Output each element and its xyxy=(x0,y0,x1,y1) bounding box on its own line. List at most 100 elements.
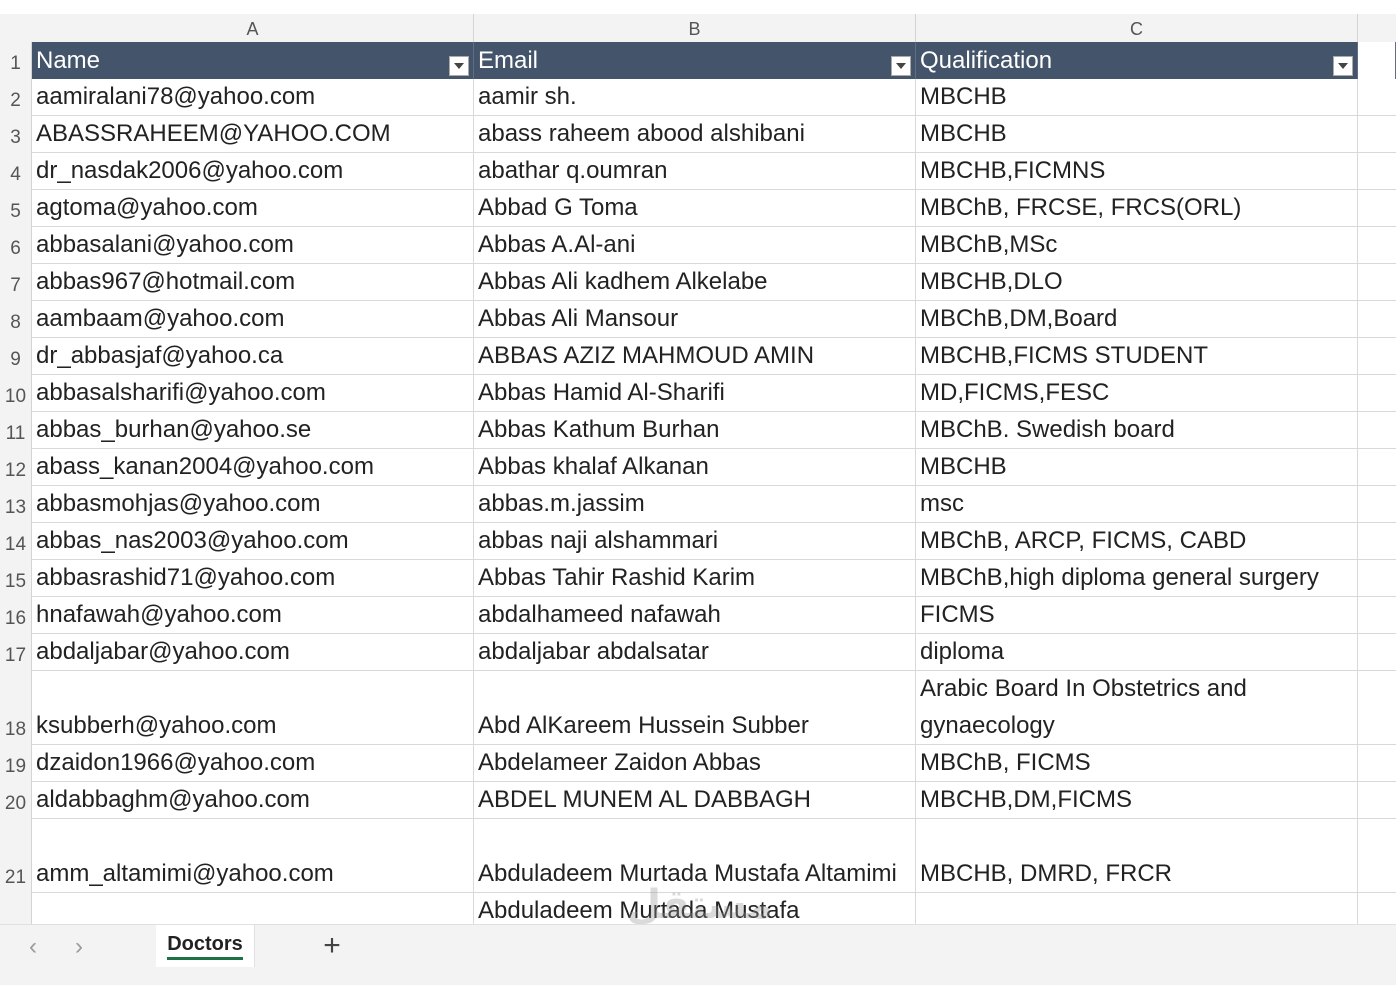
row-header[interactable] xyxy=(0,893,31,924)
select-all-corner[interactable] xyxy=(0,14,33,42)
qualification-cell[interactable]: MBChB, FRCSE, FRCS(ORL) xyxy=(916,190,1358,226)
empty-cell[interactable] xyxy=(1358,597,1396,633)
name-cell[interactable]: abbasmohjas@yahoo.com xyxy=(32,486,474,522)
empty-cell[interactable] xyxy=(1358,116,1396,152)
name-cell[interactable]: abass_kanan2004@yahoo.com xyxy=(32,449,474,485)
row-header[interactable]: 11 xyxy=(0,412,31,449)
name-cell[interactable]: agtoma@yahoo.com xyxy=(32,190,474,226)
row-header[interactable]: 20 xyxy=(0,782,31,819)
qualification-cell[interactable]: MBCHB,FICMS STUDENT xyxy=(916,338,1358,374)
empty-cell[interactable] xyxy=(1358,301,1396,337)
row-header[interactable]: 15 xyxy=(0,560,31,597)
name-cell[interactable]: dr_abbasjaf@yahoo.ca xyxy=(32,338,474,374)
empty-cell[interactable] xyxy=(1358,819,1396,892)
row-header[interactable]: 21 xyxy=(0,819,31,893)
email-cell[interactable]: Abbas Kathum Burhan xyxy=(474,412,916,448)
email-cell[interactable]: Abbas Ali Mansour xyxy=(474,301,916,337)
name-cell[interactable]: abbasalsharifi@yahoo.com xyxy=(32,375,474,411)
qualification-cell[interactable]: MD,FICMS,FESC xyxy=(916,375,1358,411)
qualification-cell[interactable]: FICMS xyxy=(916,597,1358,633)
email-cell[interactable]: Abbas Ali kadhem Alkelabe xyxy=(474,264,916,300)
row-header[interactable]: 13 xyxy=(0,486,31,523)
filter-dropdown-icon[interactable] xyxy=(1333,56,1353,76)
qualification-cell[interactable]: diploma xyxy=(916,634,1358,670)
empty-cell[interactable] xyxy=(1358,634,1396,670)
tab-doctors[interactable]: Doctors xyxy=(156,925,255,967)
email-cell[interactable]: Abd AlKareem Hussein Subber xyxy=(474,671,916,744)
email-cell[interactable]: Abbas khalaf Alkanan xyxy=(474,449,916,485)
qualification-cell[interactable]: MBCHB, DMRD, FRCR xyxy=(916,819,1358,892)
qualification-cell[interactable]: MBCHB,DM,FICMS xyxy=(916,782,1358,818)
name-cell[interactable]: aambaam@yahoo.com xyxy=(32,301,474,337)
email-cell[interactable]: abass raheem abood alshibani xyxy=(474,116,916,152)
empty-cell[interactable] xyxy=(1358,42,1396,79)
empty-cell[interactable] xyxy=(1358,486,1396,522)
email-cell[interactable]: Abduladeem Murtada Mustafa xyxy=(474,893,916,924)
column-header-a[interactable]: A xyxy=(32,14,474,42)
qualification-cell[interactable]: MBCHB,DLO xyxy=(916,264,1358,300)
email-cell[interactable]: Abdelameer Zaidon Abbas xyxy=(474,745,916,781)
row-header[interactable]: 10 xyxy=(0,375,31,412)
row-header[interactable]: 3 xyxy=(0,116,31,153)
email-cell[interactable]: Abbas Hamid Al-Sharifi xyxy=(474,375,916,411)
name-cell[interactable]: abbas967@hotmail.com xyxy=(32,264,474,300)
empty-cell[interactable] xyxy=(1358,560,1396,596)
name-cell[interactable]: amm_altamimi@yahoo.com xyxy=(32,819,474,892)
name-cell[interactable]: aamiralani78@yahoo.com xyxy=(32,79,474,115)
qualification-cell[interactable]: MBCHB xyxy=(916,449,1358,485)
email-cell[interactable]: Abduladeem Murtada Mustafa Altamimi xyxy=(474,819,916,892)
header-cell-email[interactable]: Email xyxy=(474,42,916,79)
next-sheet-chevron-right-icon[interactable]: › xyxy=(68,935,90,959)
email-cell[interactable]: ABBAS AZIZ MAHMOUD AMIN xyxy=(474,338,916,374)
row-header[interactable]: 4 xyxy=(0,153,31,190)
email-cell[interactable]: Abbas Tahir Rashid Karim xyxy=(474,560,916,596)
empty-cell[interactable] xyxy=(1358,671,1396,744)
email-cell[interactable]: ABDEL MUNEM AL DABBAGH xyxy=(474,782,916,818)
empty-cell[interactable] xyxy=(1358,338,1396,374)
name-cell[interactable] xyxy=(32,893,474,924)
name-cell[interactable]: hnafawah@yahoo.com xyxy=(32,597,474,633)
name-cell[interactable]: ksubberh@yahoo.com xyxy=(32,671,474,744)
empty-cell[interactable] xyxy=(1358,264,1396,300)
empty-cell[interactable] xyxy=(1358,190,1396,226)
qualification-cell[interactable]: MBChB, ARCP, FICMS, CABD xyxy=(916,523,1358,559)
column-header-d[interactable] xyxy=(1358,14,1396,42)
row-header[interactable]: 8 xyxy=(0,301,31,338)
row-header[interactable]: 5 xyxy=(0,190,31,227)
qualification-cell[interactable]: MBChB,DM,Board xyxy=(916,301,1358,337)
qualification-cell[interactable]: MBChB. Swedish board xyxy=(916,412,1358,448)
row-header[interactable]: 18 xyxy=(0,671,31,745)
email-cell[interactable]: abbas naji alshammari xyxy=(474,523,916,559)
row-header[interactable]: 17 xyxy=(0,634,31,671)
row-header[interactable]: 7 xyxy=(0,264,31,301)
email-cell[interactable]: abdaljabar abdalsatar xyxy=(474,634,916,670)
name-cell[interactable]: aldabbaghm@yahoo.com xyxy=(32,782,474,818)
empty-cell[interactable] xyxy=(1358,79,1396,115)
empty-cell[interactable] xyxy=(1358,153,1396,189)
qualification-cell[interactable]: MBCHB xyxy=(916,79,1358,115)
email-cell[interactable]: abbas.m.jassim xyxy=(474,486,916,522)
row-header[interactable]: 16 xyxy=(0,597,31,634)
empty-cell[interactable] xyxy=(1358,449,1396,485)
qualification-cell[interactable]: MBChB,high diploma general surgery xyxy=(916,560,1358,596)
row-header[interactable]: 2 xyxy=(0,79,31,116)
qualification-cell[interactable]: Arabic Board In Obstetrics and gynaecolo… xyxy=(916,671,1358,744)
name-cell[interactable]: dr_nasdak2006@yahoo.com xyxy=(32,153,474,189)
name-cell[interactable]: abbasalani@yahoo.com xyxy=(32,227,474,263)
name-cell[interactable]: abbas_nas2003@yahoo.com xyxy=(32,523,474,559)
header-cell-name[interactable]: Name xyxy=(32,42,474,79)
email-cell[interactable]: abathar q.oumran xyxy=(474,153,916,189)
email-cell[interactable]: Abbas A.Al-ani xyxy=(474,227,916,263)
name-cell[interactable]: ABASSRAHEEM@YAHOO.COM xyxy=(32,116,474,152)
header-cell-qualification[interactable]: Qualification xyxy=(916,42,1358,79)
empty-cell[interactable] xyxy=(1358,227,1396,263)
row-header[interactable]: 12 xyxy=(0,449,31,486)
row-header[interactable]: 6 xyxy=(0,227,31,264)
name-cell[interactable]: dzaidon1966@yahoo.com xyxy=(32,745,474,781)
name-cell[interactable]: abbasrashid71@yahoo.com xyxy=(32,560,474,596)
empty-cell[interactable] xyxy=(1358,523,1396,559)
empty-cell[interactable] xyxy=(1358,745,1396,781)
email-cell[interactable]: abdalhameed nafawah xyxy=(474,597,916,633)
empty-cell[interactable] xyxy=(1358,893,1396,924)
empty-cell[interactable] xyxy=(1358,375,1396,411)
